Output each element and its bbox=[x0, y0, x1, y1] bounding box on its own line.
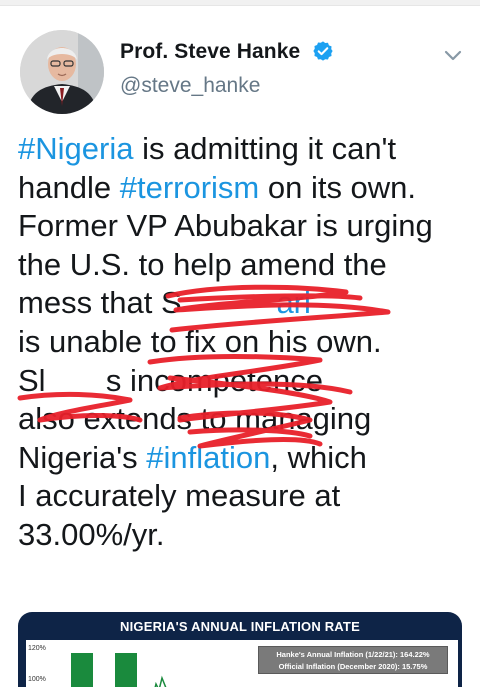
chart-legend: Hanke's Annual Inflation (1/22/21): 164.… bbox=[258, 646, 448, 674]
tweet-text-segment: the U.S. to help amend the bbox=[18, 246, 387, 282]
tweet-text-segment: mess that S bbox=[18, 285, 182, 321]
tweet-text-segment bbox=[182, 285, 277, 320]
tweet-text-line: handle #terrorism on its own. bbox=[18, 169, 468, 208]
inflation-series-line bbox=[154, 675, 167, 687]
tweet-header: Prof. Steve Hanke @steve_hanke bbox=[0, 6, 480, 116]
tweet-text-line: also extends to managing bbox=[18, 400, 468, 439]
tweet-text-line: is unable to fix on his own. bbox=[18, 323, 468, 362]
tweet-text-segment: 33.00%/yr. bbox=[18, 516, 165, 552]
chevron-down-icon[interactable] bbox=[441, 46, 465, 66]
profile-photo-icon bbox=[20, 30, 104, 114]
tweet-text-line: Former VP Abubakar is urging bbox=[18, 207, 468, 246]
author-avatar[interactable] bbox=[20, 30, 104, 114]
tweet-text-segment: on its own. bbox=[259, 169, 417, 205]
hashtag-link[interactable]: ari bbox=[276, 285, 310, 320]
tweet-text-segment: I accurately measure at bbox=[18, 478, 341, 514]
author-handle[interactable]: @steve_hanke bbox=[120, 74, 260, 98]
y-tick-label: 120% bbox=[28, 645, 46, 652]
legend-entry: Hanke's Annual Inflation (1/22/21): 164.… bbox=[276, 650, 430, 659]
tweet-text-line: the U.S. to help amend the bbox=[18, 246, 468, 285]
author-display-name[interactable]: Prof. Steve Hanke bbox=[120, 40, 300, 64]
chart-title: NIGERIA'S ANNUAL INFLATION RATE bbox=[120, 619, 360, 634]
hashtag-link[interactable]: #Nigeria bbox=[18, 131, 133, 166]
tweet-text-segment: Sl bbox=[18, 362, 46, 398]
chart-plot-area: 120% 100% Hanke's Annual Inflation (1/22… bbox=[26, 640, 458, 687]
tweet-text-segment: handle bbox=[18, 169, 120, 205]
tweet-text-line: Sl s incompetence bbox=[18, 362, 468, 401]
tweet-text-segment: is unable to fix on his own. bbox=[18, 323, 382, 359]
legend-entry: Official Inflation (December 2020): 15.7… bbox=[278, 662, 428, 671]
tweet-text-segment: also extends to managing bbox=[18, 401, 372, 437]
tweet-text-segment: , which bbox=[270, 439, 367, 475]
tweet-text-segment: Nigeria's bbox=[18, 439, 147, 475]
tweet-text-segment: s incompetence bbox=[105, 362, 323, 398]
hashtag-link[interactable]: #inflation bbox=[146, 440, 270, 475]
tweet-body: #Nigeria is admitting it can't handle #te… bbox=[18, 130, 468, 555]
hashtag-link[interactable]: #terrorism bbox=[120, 170, 260, 205]
verified-badge-icon bbox=[313, 41, 333, 61]
tweet-text-line: I accurately measure at bbox=[18, 477, 468, 516]
y-tick-label: 100% bbox=[28, 676, 46, 683]
media-chart-card[interactable]: NIGERIA'S ANNUAL INFLATION RATE 120% 100… bbox=[18, 612, 462, 687]
tweet-text-segment: Former VP Abubakar is urging bbox=[18, 208, 433, 244]
tweet-text-segment: is admitting it can't bbox=[133, 131, 397, 166]
tweet-text-segment bbox=[46, 363, 106, 398]
nigeria-flag-icon bbox=[71, 653, 137, 687]
tweet-text-line: mess that S ari bbox=[18, 284, 468, 323]
tweet-text-line: Nigeria's #inflation, which bbox=[18, 439, 468, 478]
tweet-text-line: #Nigeria is admitting it can't bbox=[18, 130, 468, 169]
tweet-text-line: 33.00%/yr. bbox=[18, 516, 468, 555]
